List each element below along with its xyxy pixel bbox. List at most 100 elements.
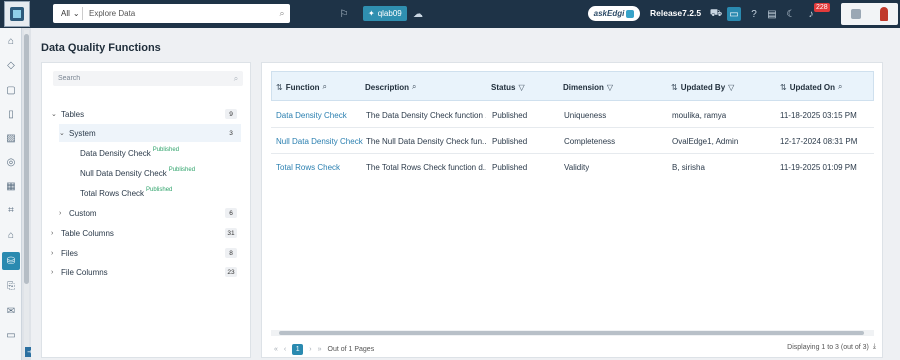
book-icon[interactable]: ⎘ [4, 279, 18, 293]
column-header-label: Updated On [789, 82, 836, 92]
function-link[interactable]: Total Rows Check [276, 154, 340, 180]
document-icon[interactable]: ▢ [4, 83, 18, 97]
global-search: All ⌄ ⌕ [53, 4, 290, 23]
function-link[interactable]: Data Density Check [276, 102, 347, 128]
search-icon[interactable]: ⌕ [838, 82, 842, 92]
tree-node-table-columns[interactable]: › Table Columns 31 [51, 224, 241, 242]
tree-node-custom[interactable]: › Custom 6 [59, 204, 241, 222]
function-tree-panel: ⌕ ⌄ Tables 9 ⌄ System 3 Data Density Che… [41, 62, 251, 358]
tree-node-tables[interactable]: ⌄ Tables 9 [51, 105, 241, 123]
filter-icon[interactable]: ▽ [728, 83, 734, 92]
download-icon[interactable]: ⤓ [873, 343, 876, 351]
function-link[interactable]: Null Data Density Check [276, 128, 363, 154]
search-icon[interactable]: ⌕ [322, 82, 326, 92]
first-page-icon[interactable]: « [274, 346, 278, 353]
updated-on-cell: 11-19-2025 01:09 PM [780, 162, 857, 172]
current-page-button[interactable]: 1 [292, 343, 304, 355]
search-input[interactable] [83, 9, 274, 18]
filter-icon[interactable]: ▽ [518, 83, 524, 92]
chat-icon[interactable]: ▭ [727, 7, 741, 21]
folder-icon[interactable]: ▭ [4, 328, 18, 342]
tag-icon[interactable]: ◇ [4, 58, 18, 72]
horizontal-scrollbar[interactable] [271, 330, 874, 336]
column-header-description[interactable]: Description ⌕ [365, 72, 417, 102]
tree-node-file-columns[interactable]: › File Columns 23 [51, 263, 241, 281]
scrollbar-thumb[interactable] [279, 331, 864, 335]
sort-icon[interactable]: ⇅ [276, 83, 283, 92]
sort-icon[interactable]: ⇅ [780, 83, 787, 92]
column-header-label: Function [285, 82, 320, 92]
chevron-down-icon[interactable]: ⌄ [51, 110, 61, 118]
rail-scrollbar-thumb[interactable] [24, 34, 29, 284]
chat-bubble-icon[interactable]: ✉ [4, 304, 18, 318]
environment-chip[interactable]: ✦ qlab09 [363, 6, 407, 21]
tree-search-input[interactable] [53, 75, 229, 82]
tree-node-label: File Columns [61, 267, 108, 277]
clipboard-icon[interactable]: ▯ [4, 107, 18, 121]
tree-node-label: Table Columns [61, 228, 114, 238]
main-content: Data Quality Functions ⌕ ⌄ Tables 9 ⌄ Sy… [31, 28, 900, 360]
published-tag: Published [168, 167, 196, 173]
tree-node-files[interactable]: › Files 8 [51, 244, 241, 262]
chevron-right-icon[interactable]: › [51, 230, 61, 237]
count-badge: 9 [225, 109, 237, 119]
bank-icon[interactable]: ⌂ [4, 228, 18, 242]
chevron-down-icon[interactable]: ⌄ [59, 129, 69, 137]
cart-icon[interactable]: ⛟ [709, 7, 723, 21]
count-badge: 6 [225, 208, 237, 218]
column-header-updated-by[interactable]: ⇅ Updated By ▽ [671, 72, 734, 102]
help-icon[interactable]: ? [747, 7, 761, 21]
column-header-updated-on[interactable]: ⇅ Updated On ⌕ [780, 72, 843, 102]
updated-by-cell: OvalEdge1, Admin [672, 136, 739, 146]
upload-cloud-icon[interactable]: ☁ [411, 7, 425, 21]
column-header-function[interactable]: ⇅ Function ⌕ [276, 72, 327, 102]
chevron-right-icon[interactable]: › [51, 269, 61, 276]
tree-search: ⌕ [53, 71, 243, 86]
chevron-right-icon[interactable]: › [51, 250, 61, 257]
column-header-status[interactable]: Status ▽ [491, 72, 525, 102]
sort-icon[interactable]: ⇅ [671, 83, 678, 92]
column-header-dimension[interactable]: Dimension ▽ [563, 72, 613, 102]
home-icon[interactable]: ⌂ [4, 34, 18, 48]
chevron-right-icon[interactable]: › [59, 210, 69, 217]
column-header-label: Description [365, 82, 410, 92]
tree-leaf-data-density-check[interactable]: Data Density Check Published [80, 144, 240, 162]
pagination: « ‹ 1 › » Out of 1 Pages [274, 343, 374, 355]
profile-card-icon [850, 9, 861, 19]
tree-node-label: System [69, 128, 96, 138]
next-page-icon[interactable]: › [309, 346, 311, 353]
tree-leaf-label: Null Data Density Check [80, 168, 167, 178]
ask-edgi-button[interactable]: askEdgi [588, 6, 640, 21]
filter-icon[interactable]: ▽ [607, 83, 613, 92]
governance-icon[interactable]: ◎ [4, 155, 18, 169]
updated-by-cell: B, sirisha [672, 162, 705, 172]
dashboard-icon[interactable]: ▤ [765, 7, 779, 21]
calendar-icon[interactable]: ▦ [4, 179, 18, 193]
search-scope-select[interactable]: All ⌄ [53, 7, 83, 20]
search-icon[interactable]: ⌕ [229, 74, 243, 84]
chevron-down-icon: ⌄ [72, 9, 80, 18]
user-menu[interactable] [841, 3, 898, 25]
search-icon[interactable]: ⌕ [412, 82, 416, 92]
tree-leaf-label: Total Rows Check [80, 188, 145, 198]
bookmark-icon[interactable]: ⚐ [337, 7, 351, 21]
tree-leaf-total-rows-check[interactable]: Total Rows Check Published [80, 184, 240, 202]
app-logo[interactable] [4, 1, 30, 27]
published-tag: Published [152, 147, 180, 153]
column-header-label: Status [491, 82, 516, 92]
data-quality-icon[interactable]: ⛁ [2, 252, 20, 270]
query-icon[interactable]: ⌗ [4, 203, 18, 217]
updated-on-cell: 12-17-2024 08:31 PM [780, 136, 858, 146]
dark-mode-icon[interactable]: ☾ [784, 7, 798, 21]
status-cell: Published [492, 162, 528, 172]
tree-node-label: Files [61, 248, 78, 258]
column-header-label: Updated By [680, 82, 726, 92]
prev-page-icon[interactable]: ‹ [284, 346, 286, 353]
last-page-icon[interactable]: » [318, 346, 322, 353]
logo-icon [10, 7, 24, 21]
tree-leaf-null-data-density-check[interactable]: Null Data Density Check Published [80, 164, 240, 182]
search-icon[interactable]: ⌕ [274, 8, 290, 19]
tree-node-system[interactable]: ⌄ System 3 [59, 124, 241, 142]
image-icon[interactable]: ▨ [4, 131, 18, 145]
count-badge: 8 [225, 248, 237, 258]
